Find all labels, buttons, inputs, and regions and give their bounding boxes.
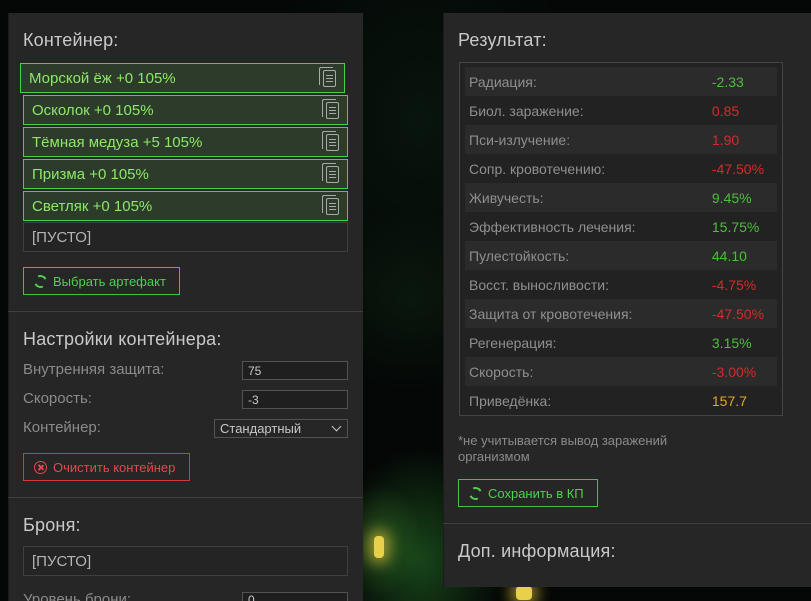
result-note-line-2: организмом <box>458 449 530 464</box>
artifact-slot-label: Осколок +0 105% <box>32 102 154 119</box>
stat-row: Защита от кровотечения: -47.50% <box>465 299 777 328</box>
save-to-kp-button[interactable]: Сохранить в КП <box>458 479 598 507</box>
container-type-label: Контейнер: <box>23 419 101 436</box>
armor-slot-label: [ПУСТО] <box>32 553 92 570</box>
stat-row: Пси-излучение: 1.90 <box>465 125 777 154</box>
divider <box>8 311 363 312</box>
stat-name: Эффективность лечения: <box>469 218 636 235</box>
stat-name: Живучесть: <box>469 189 544 206</box>
clear-container-label: Очистить контейнер <box>53 460 176 475</box>
extra-info-title: Доп. информация: <box>458 541 616 561</box>
artifact-slot-label: [ПУСТО] <box>32 229 92 246</box>
artifact-slot-label: Светляк +0 105% <box>32 198 153 215</box>
artifact-slot-1[interactable]: Морской ёж +0 105% <box>20 63 345 93</box>
stat-row: Радиация: -2.33 <box>465 67 777 96</box>
artifact-slot-label: Призма +0 105% <box>32 166 149 183</box>
container-type-select[interactable]: Стандартный <box>214 419 348 438</box>
stat-row: Приведёнка: 157.7 <box>465 386 777 415</box>
inner-protection-label: Внутренняя защита: <box>23 361 165 378</box>
stat-value: 0.85 <box>711 102 740 119</box>
armor-slot[interactable]: [ПУСТО] <box>23 546 348 576</box>
stat-name: Скорость: <box>469 363 534 380</box>
stat-row: Регенерация: 3.15% <box>465 328 777 357</box>
speed-label: Скорость: <box>23 390 92 407</box>
stat-row: Сопр. кровотечению: -47.50% <box>465 154 777 183</box>
stat-name: Регенерация: <box>469 334 557 351</box>
copy-icon[interactable] <box>322 99 339 119</box>
stat-value: 1.90 <box>711 131 740 148</box>
divider <box>443 523 811 524</box>
result-title: Результат: <box>458 30 547 50</box>
stat-value: 9.45% <box>711 189 752 206</box>
result-note-line-1: *не учитывается вывод заражений <box>458 433 668 448</box>
background-light <box>374 536 384 558</box>
stat-row: Биол. заражение: 0.85 <box>465 96 777 125</box>
stat-value: -2.33 <box>711 73 744 90</box>
artifact-slot-2[interactable]: Осколок +0 105% <box>23 95 348 125</box>
chevron-down-icon <box>331 421 342 432</box>
copy-icon[interactable] <box>319 67 336 87</box>
refresh-icon <box>467 485 484 502</box>
result-stats-table: Радиация: -2.33 Биол. заражение: 0.85 Пси-… <box>459 62 783 416</box>
stat-row: Эффективность лечения: 15.75% <box>465 212 777 241</box>
stat-name: Приведёнка: <box>469 392 552 409</box>
artifact-slot-3[interactable]: Тёмная медуза +5 105% <box>23 127 348 157</box>
container-type-value: Стандартный <box>220 421 302 436</box>
save-to-kp-label: Сохранить в КП <box>488 486 584 501</box>
stat-row: Восст. выносливости: -4.75% <box>465 270 777 299</box>
stat-value: 157.7 <box>711 392 747 409</box>
inner-protection-input[interactable]: 75 <box>242 361 348 380</box>
refresh-icon <box>32 273 49 290</box>
stat-row: Скорость: -3.00% <box>465 357 777 386</box>
artifact-slot-label: Морской ёж +0 105% <box>29 70 176 87</box>
stat-value: -4.75% <box>711 276 757 293</box>
stat-row: Живучесть: 9.45% <box>465 183 777 212</box>
artifact-slot-4[interactable]: Призма +0 105% <box>23 159 348 189</box>
stat-name: Радиация: <box>469 73 537 90</box>
artifact-slot-empty[interactable]: [ПУСТО] <box>23 222 348 252</box>
artifact-slot-5[interactable]: Светляк +0 105% <box>23 191 348 221</box>
choose-artifact-label: Выбрать артефакт <box>53 274 166 289</box>
background-light <box>516 586 532 600</box>
stat-value: 44.10 <box>711 247 747 264</box>
container-title: Контейнер: <box>23 30 119 50</box>
close-circle-icon <box>34 461 47 474</box>
copy-icon[interactable] <box>322 131 339 151</box>
choose-artifact-button[interactable]: Выбрать артефакт <box>23 267 180 295</box>
stat-name: Восст. выносливости: <box>469 276 609 293</box>
artifact-slot-label: Тёмная медуза +5 105% <box>32 134 203 151</box>
stat-value: -47.50% <box>711 160 765 177</box>
armor-level-label: Уровень брони: <box>23 591 132 601</box>
clear-container-button[interactable]: Очистить контейнер <box>23 453 190 481</box>
divider <box>8 497 363 498</box>
armor-title: Броня: <box>23 515 81 535</box>
stat-value: -47.50% <box>711 305 765 322</box>
stat-name: Пси-излучение: <box>469 131 571 148</box>
stat-value: -3.00% <box>711 363 757 380</box>
copy-icon[interactable] <box>322 195 339 215</box>
stat-name: Пулестойкость: <box>469 247 570 264</box>
stat-name: Биол. заражение: <box>469 102 584 119</box>
stat-row: Пулестойкость: 44.10 <box>465 241 777 270</box>
stat-value: 3.15% <box>711 334 752 351</box>
settings-title: Настройки контейнера: <box>23 329 222 349</box>
stat-name: Сопр. кровотечению: <box>469 160 606 177</box>
stat-value: 15.75% <box>711 218 760 235</box>
armor-level-input[interactable]: 0 <box>242 592 348 601</box>
stat-name: Защита от кровотечения: <box>469 305 633 322</box>
speed-input[interactable]: -3 <box>242 390 348 409</box>
copy-icon[interactable] <box>322 163 339 183</box>
